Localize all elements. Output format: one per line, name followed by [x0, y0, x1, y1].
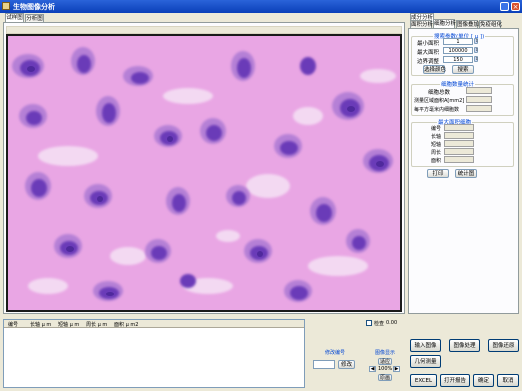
image-toolbar-strip	[6, 26, 402, 34]
minimize-icon[interactable]: _	[500, 2, 509, 11]
original-size-button[interactable]: 原画	[378, 374, 392, 381]
edge-adjust-label: 边界调整	[417, 59, 440, 65]
check-label: 检查	[374, 321, 385, 327]
cancel-button[interactable]: 取消	[497, 374, 519, 387]
col-header-short-axis[interactable]: 短轴 μ m	[58, 321, 79, 328]
max-cell-id-label: 编号	[431, 126, 442, 132]
image-restore-button[interactable]: 图像还原	[488, 339, 519, 352]
modify-number-input[interactable]	[313, 360, 335, 369]
measure-area-label: 测量区域面积A[mm2]	[414, 98, 465, 104]
image-process-button[interactable]: 图像处理	[449, 339, 480, 352]
tissue-image	[8, 36, 400, 310]
max-cell-short-axis-label: 短轴	[431, 142, 442, 148]
zoom-level: 100%	[378, 366, 393, 372]
max-cell-area-label: 面积	[431, 158, 442, 164]
results-table[interactable]	[3, 319, 305, 388]
fit-button[interactable]: 适应	[378, 358, 392, 365]
check-checkbox[interactable]	[366, 320, 372, 326]
zoom-out-icon[interactable]: ◀	[369, 366, 376, 372]
max-cell-id-field	[444, 124, 474, 131]
image-display-label: 图像显示	[375, 350, 396, 356]
max-cell-short-axis-field	[444, 140, 474, 147]
sample-image[interactable]	[6, 34, 402, 312]
select-color-button[interactable]: 选择颜色	[423, 65, 446, 74]
modify-number-label: 修改编号	[325, 350, 346, 356]
print-button[interactable]: 打印	[427, 169, 449, 178]
edge-adjust-spin-icon[interactable]: ⇕	[474, 56, 478, 62]
min-area-spin-icon[interactable]: ⇕	[474, 38, 478, 44]
import-image-button[interactable]: 输入图像	[410, 339, 441, 352]
col-header-area[interactable]: 面积 μ m2	[114, 321, 138, 328]
density-label: 每平方毫米内细胞数	[414, 107, 460, 113]
max-cell-long-axis-field	[444, 132, 474, 139]
title-bar	[0, 0, 522, 13]
close-icon[interactable]: ×	[511, 2, 520, 11]
excel-button[interactable]: EXCEL	[410, 374, 437, 387]
max-cell-long-axis-label: 长轴	[431, 134, 442, 140]
edge-adjust-input[interactable]: 150	[443, 56, 473, 63]
ok-button[interactable]: 确定	[473, 374, 494, 387]
max-area-spin-icon[interactable]: ⇕	[474, 47, 478, 53]
max-cell-area-field	[444, 156, 474, 163]
col-header-long-axis[interactable]: 长轴 μ m	[30, 321, 51, 328]
check-value: 0.00	[386, 320, 398, 326]
cell-total-field	[466, 87, 492, 94]
zoom-in-icon[interactable]: ▶	[393, 366, 400, 372]
search-button[interactable]: 搜索	[452, 65, 474, 74]
col-header-perimeter[interactable]: 周长 μ m	[86, 321, 107, 328]
col-header-id[interactable]: 编号	[8, 321, 18, 328]
window-title: 生物图像分析	[13, 3, 55, 11]
geometry-measure-button[interactable]: 几何测量	[410, 355, 441, 368]
max-cell-perimeter-field	[444, 148, 474, 155]
density-field	[466, 105, 492, 112]
open-report-button[interactable]: 打开报告	[440, 374, 470, 387]
min-area-input[interactable]: 1	[443, 38, 473, 45]
max-area-label: 最大面积	[417, 50, 440, 56]
measure-area-field	[466, 96, 492, 103]
cell-total-label: 细胞总数	[428, 90, 451, 96]
chart-button[interactable]: 统计图	[455, 169, 477, 178]
app-icon	[2, 2, 10, 10]
max-area-input[interactable]: 100000	[443, 47, 473, 54]
max-cell-perimeter-label: 周长	[431, 150, 442, 156]
modify-button[interactable]: 修改	[338, 360, 355, 369]
min-area-label: 最小面积	[417, 41, 440, 47]
